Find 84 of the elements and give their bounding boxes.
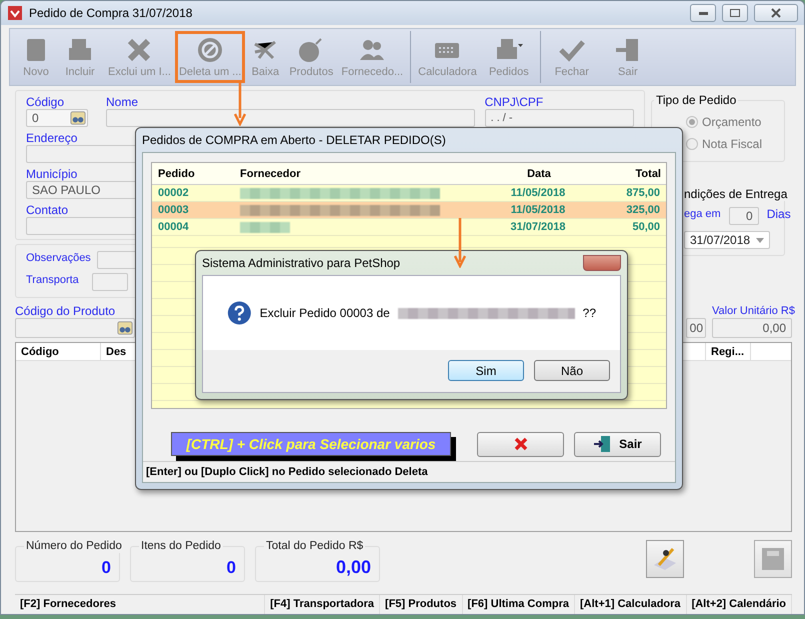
exit-button[interactable]: Sair xyxy=(574,432,661,456)
total-label: Total do Pedido R$ xyxy=(264,539,366,553)
product-code-field[interactable] xyxy=(15,318,135,338)
maximize-icon xyxy=(730,9,740,17)
column-header: Regi... xyxy=(706,343,751,360)
radio-label: Nota Fiscal xyxy=(702,137,762,151)
field-label: Nome xyxy=(106,95,138,109)
cnpj-field[interactable]: . . / - xyxy=(484,109,634,127)
date-picker[interactable]: 31/07/2018 xyxy=(684,231,770,249)
table-cell-text: 00004 xyxy=(157,221,190,233)
annotation-arrow xyxy=(454,218,466,268)
unit-label: Dias xyxy=(766,207,791,221)
dialog-title: Pedidos de COMPRA em Aberto - DELETAR PEDIDO(S) xyxy=(142,133,446,147)
field-label: ega em xyxy=(684,207,721,221)
minimize-icon xyxy=(698,12,708,14)
dialog-title: Sistema Administrativo para PetShop xyxy=(202,256,400,270)
column-header: Data xyxy=(526,168,552,180)
column-header: Fornecedor xyxy=(239,168,302,180)
table-cell-text: 00003 xyxy=(157,204,190,216)
field-label: Endereço xyxy=(26,131,78,145)
dialog-status: [Enter] ou [Duplo Click] no Pedido selecionado Deleta xyxy=(143,461,675,482)
field-label: Código xyxy=(26,95,64,109)
table-cell-text: 50,00 xyxy=(631,221,661,233)
status-item: [F2] Fornecedores xyxy=(15,595,266,614)
radio-label: Orçamento xyxy=(702,115,762,129)
order-row[interactable]: 00002 11/05/2018 875,00 xyxy=(152,185,666,202)
field-label: Município xyxy=(26,167,78,181)
status-item: [Alt+1] Calculadora xyxy=(575,595,687,614)
group-title: Tipo de Pedido xyxy=(654,93,738,107)
window-title: Pedido de Compra 31/07/2018 xyxy=(29,6,194,20)
close-icon xyxy=(771,8,781,18)
quantity-field[interactable]: 00 xyxy=(686,318,706,338)
table-cell-text: 00002 xyxy=(157,187,190,199)
annotation-arrow xyxy=(234,80,246,126)
table-cell-text: 31/07/2018 xyxy=(509,221,567,233)
save-button[interactable] xyxy=(754,540,792,578)
field-label: Valor Unitário R$ xyxy=(712,304,795,318)
table-cell-text: 11/05/2018 xyxy=(510,187,566,199)
ban-icon xyxy=(196,36,224,64)
days-field[interactable]: 0 xyxy=(728,207,759,225)
message-text: ?? xyxy=(582,306,596,320)
status-item: [F4] Transportadora xyxy=(265,595,380,614)
total-value: 0 xyxy=(102,558,111,578)
edit-button[interactable] xyxy=(646,540,684,578)
table-cell-text: 11/05/2018 xyxy=(510,204,566,216)
caret-icon xyxy=(756,238,764,242)
order-row[interactable]: 00003 11/05/2018 325,00 xyxy=(152,202,666,219)
status-item: [F6] Ultima Compra xyxy=(462,595,575,614)
message-text: Excluir Pedido 00003 de xyxy=(260,306,390,320)
carrier-field[interactable] xyxy=(92,273,128,291)
order-row[interactable]: 00004 31/07/2018 50,00 xyxy=(152,219,666,236)
cancel-button[interactable] xyxy=(477,432,564,456)
total-value: 0,00 xyxy=(336,557,371,578)
column-header: Total xyxy=(634,168,662,180)
binoculars-icon[interactable] xyxy=(117,320,133,336)
app-icon xyxy=(7,5,23,21)
total-label: Número do Pedido xyxy=(24,539,124,553)
name-field[interactable] xyxy=(106,109,475,127)
field-label: Contato xyxy=(26,203,68,217)
dialog-button[interactable]: Sim xyxy=(448,360,524,381)
group-title: ndições de Entrega xyxy=(682,187,790,201)
field-label: CNPJ\CPF xyxy=(484,95,544,109)
column-header: Código xyxy=(16,343,101,360)
status-item: [F5] Produtos xyxy=(380,595,463,614)
maximize-button[interactable] xyxy=(722,4,748,22)
total-value: 0 xyxy=(226,558,236,578)
table-cell-text: 875,00 xyxy=(625,187,661,199)
floppy-icon xyxy=(760,546,786,572)
field-label: Código do Produto xyxy=(15,304,116,318)
minimize-button[interactable] xyxy=(690,4,716,22)
dialog-button[interactable]: Não xyxy=(534,360,610,381)
redacted-block xyxy=(240,222,290,234)
code-field[interactable]: 0 xyxy=(26,109,88,127)
field-label: Observações xyxy=(26,251,91,265)
question-icon xyxy=(227,299,252,327)
table-cell-text: 325,00 xyxy=(625,204,661,216)
door-icon xyxy=(593,435,612,453)
binoculars-icon[interactable] xyxy=(70,110,86,126)
unit-price-field[interactable]: 0,00 xyxy=(712,318,792,338)
status-item: [Alt+2] Calendário xyxy=(686,595,792,614)
field-label: Transporta xyxy=(26,273,80,287)
close-button[interactable] xyxy=(754,4,798,22)
column-header: Pedido xyxy=(157,168,196,180)
cross-icon xyxy=(514,437,528,451)
